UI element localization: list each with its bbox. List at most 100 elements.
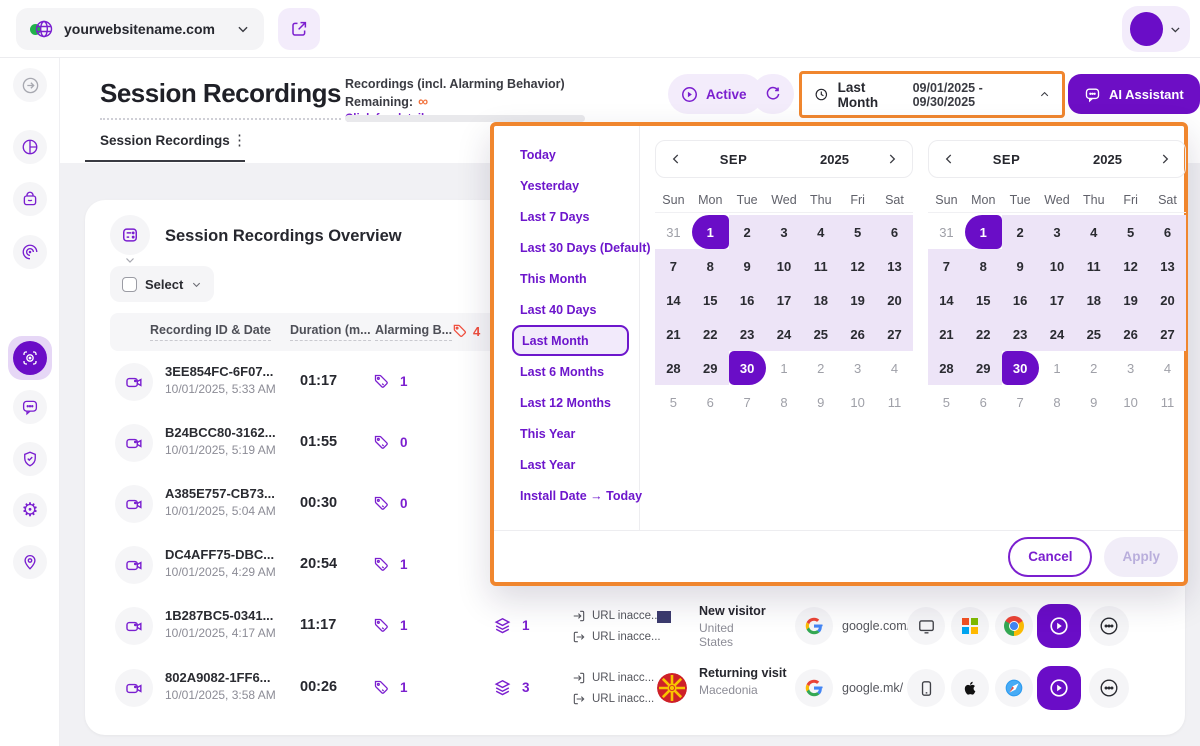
date-range-button[interactable]: Last Month 09/01/2025 - 09/30/2025 <box>799 71 1065 118</box>
ai-assistant-button[interactable]: AI Assistant <box>1068 74 1200 114</box>
calendar-day[interactable]: 11 <box>1149 385 1186 419</box>
calendar-day[interactable]: 2 <box>1002 215 1039 249</box>
calendar-day[interactable]: 3 <box>766 215 803 249</box>
calendar-day[interactable]: 20 <box>1149 283 1186 317</box>
calendar-day[interactable]: 31 <box>655 215 692 249</box>
date-preset-item[interactable]: Install Date → Today <box>512 480 629 511</box>
calendar-day[interactable]: 6 <box>965 385 1002 419</box>
table-row[interactable]: 802A9082-1FF6... 10/01/2025, 3:58 AM 00:… <box>85 658 1185 718</box>
calendar-day[interactable]: 6 <box>1149 215 1186 249</box>
sidebar-item-security[interactable] <box>13 442 47 476</box>
sidebar-item-session-recordings[interactable] <box>8 336 52 380</box>
calendar-day[interactable]: 19 <box>1112 283 1149 317</box>
date-preset-item[interactable]: Last 6 Months <box>512 356 629 387</box>
calendar-day[interactable]: 4 <box>1149 351 1186 385</box>
calendar-day[interactable]: 14 <box>655 283 692 317</box>
calendar-day[interactable]: 2 <box>729 215 766 249</box>
calendar-day[interactable]: 6 <box>692 385 729 419</box>
calendar-day[interactable]: 8 <box>766 385 803 419</box>
calendar-day[interactable]: 10 <box>766 249 803 283</box>
calendar-day[interactable]: 21 <box>655 317 692 351</box>
calendar-day[interactable]: 8 <box>692 249 729 283</box>
calendar-day[interactable]: 2 <box>1075 351 1112 385</box>
calendar-day[interactable]: 25 <box>802 317 839 351</box>
calendar-day[interactable]: 6 <box>876 215 913 249</box>
calendar-day[interactable]: 21 <box>928 317 965 351</box>
apply-button[interactable]: Apply <box>1104 537 1178 577</box>
calendar-day[interactable]: 22 <box>965 317 1002 351</box>
calendar-day[interactable]: 30 <box>1002 351 1039 385</box>
referrer-url[interactable]: google.mk/ <box>842 681 903 695</box>
calendar-day[interactable]: 7 <box>729 385 766 419</box>
calendar-day[interactable]: 23 <box>1002 317 1039 351</box>
calendar-day[interactable]: 28 <box>928 351 965 385</box>
row-more-button[interactable] <box>1089 606 1129 646</box>
active-status-button[interactable]: Active <box>668 74 763 114</box>
calendar-day[interactable]: 15 <box>692 283 729 317</box>
date-preset-item[interactable]: Last Month <box>512 325 629 356</box>
date-preset-item[interactable]: This Year <box>512 418 629 449</box>
column-alarming[interactable]: Alarming B... <box>375 323 452 341</box>
calendar-day[interactable]: 11 <box>876 385 913 419</box>
cancel-button[interactable]: Cancel <box>1008 537 1092 577</box>
calendar-day[interactable]: 15 <box>965 283 1002 317</box>
tab-menu-icon[interactable]: ⋮ <box>232 131 247 149</box>
calendar-day[interactable]: 18 <box>1075 283 1112 317</box>
calendar-day[interactable]: 3 <box>1039 215 1076 249</box>
calendar-day[interactable]: 10 <box>1112 385 1149 419</box>
calendar-day[interactable]: 1 <box>965 215 1002 249</box>
calendar-day[interactable]: 8 <box>965 249 1002 283</box>
date-preset-item[interactable]: Last 7 Days <box>512 201 629 232</box>
sidebar-item-location[interactable] <box>13 545 47 579</box>
calendar-year[interactable]: 2025 <box>784 152 885 167</box>
calendar-day[interactable]: 31 <box>928 215 965 249</box>
calendar-day[interactable]: 25 <box>1075 317 1112 351</box>
calendar-day[interactable]: 5 <box>839 215 876 249</box>
next-month-button[interactable] <box>1158 152 1172 166</box>
calendar-day[interactable]: 3 <box>839 351 876 385</box>
entry-url[interactable]: URL inacce... <box>592 610 661 622</box>
overview-expand-button[interactable] <box>110 215 150 255</box>
prev-month-button[interactable] <box>669 152 683 166</box>
entry-url[interactable]: URL inacc... <box>592 672 654 684</box>
calendar-day[interactable]: 7 <box>655 249 692 283</box>
calendar-day[interactable]: 2 <box>802 351 839 385</box>
calendar-day[interactable]: 14 <box>928 283 965 317</box>
calendar-day[interactable]: 9 <box>1075 385 1112 419</box>
calendar-day[interactable]: 9 <box>729 249 766 283</box>
calendar-day[interactable]: 23 <box>729 317 766 351</box>
calendar-day[interactable]: 18 <box>802 283 839 317</box>
column-recording-id[interactable]: Recording ID & Date <box>150 323 271 341</box>
calendar-day[interactable]: 16 <box>1002 283 1039 317</box>
calendar-day[interactable]: 13 <box>1149 249 1186 283</box>
sidebar-item-heatmaps[interactable] <box>13 235 47 269</box>
calendar-day[interactable]: 27 <box>1149 317 1186 351</box>
calendar-day[interactable]: 4 <box>876 351 913 385</box>
date-preset-item[interactable]: Last 40 Days <box>512 294 629 325</box>
calendar-day[interactable]: 24 <box>1039 317 1076 351</box>
calendar-day[interactable]: 3 <box>1112 351 1149 385</box>
calendar-day[interactable]: 28 <box>655 351 692 385</box>
date-preset-item[interactable]: Last 30 Days (Default) <box>512 232 629 263</box>
calendar-day[interactable]: 12 <box>1112 249 1149 283</box>
calendar-day[interactable]: 20 <box>876 283 913 317</box>
play-recording-button[interactable] <box>1037 666 1081 710</box>
play-recording-button[interactable] <box>1037 604 1081 648</box>
calendar-day[interactable]: 10 <box>839 385 876 419</box>
calendar-day[interactable]: 19 <box>839 283 876 317</box>
column-duration[interactable]: Duration (m... <box>290 323 371 341</box>
calendar-day[interactable]: 5 <box>928 385 965 419</box>
calendar-day[interactable]: 13 <box>876 249 913 283</box>
calendar-day[interactable]: 7 <box>928 249 965 283</box>
calendar-day[interactable]: 8 <box>1039 385 1076 419</box>
calendar-day[interactable]: 26 <box>1112 317 1149 351</box>
sidebar-item-feedback[interactable] <box>13 390 47 424</box>
calendar-month[interactable]: SEP <box>683 152 784 167</box>
table-row[interactable]: 1B287BC5-0341... 10/01/2025, 4:17 AM 11:… <box>85 596 1185 656</box>
calendar-day[interactable]: 9 <box>1002 249 1039 283</box>
site-selector[interactable]: yourwebsitename.com <box>16 8 264 50</box>
calendar-day[interactable]: 27 <box>876 317 913 351</box>
sidebar-item-store[interactable] <box>13 182 47 216</box>
calendar-day[interactable]: 1 <box>766 351 803 385</box>
calendar-day[interactable]: 17 <box>1039 283 1076 317</box>
